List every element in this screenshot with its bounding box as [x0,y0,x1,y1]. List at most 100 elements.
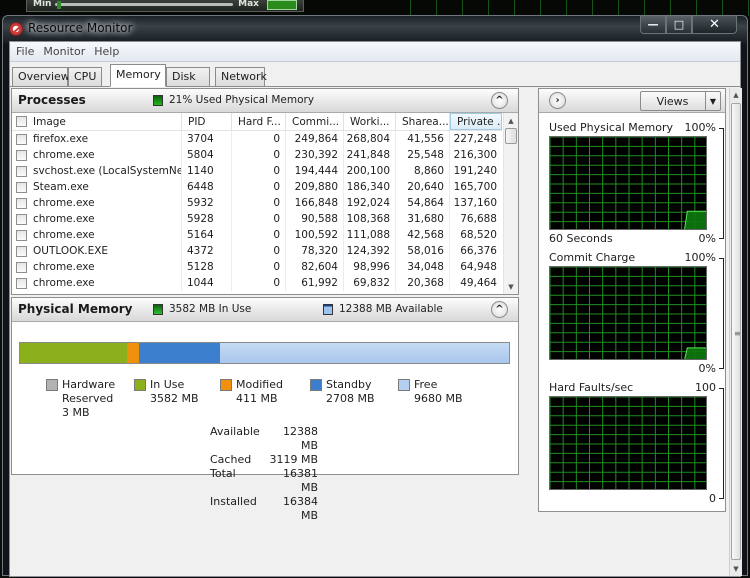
cell-pid: 1140 [182,163,232,179]
chevron-down-icon[interactable]: ▼ [705,92,720,110]
legend-swatch [220,379,232,391]
table-row[interactable]: chrome.exe 5128 0 82,604 98,996 34,048 64,948 [12,259,502,275]
cell-shareable: 20,368 [396,275,450,291]
row-checkbox[interactable] [16,149,27,161]
processes-rows: firefox.exe 3704 0 249,864 268,804 41,556 227,… [12,131,502,291]
table-row[interactable]: firefox.exe 3704 0 249,864 268,804 41,556 227,… [12,131,502,147]
views-dropdown[interactable]: Views ▼ [640,91,721,111]
cell-private: 68,520 [460,229,497,241]
graph-area [684,347,706,359]
physical-memory-header[interactable]: Physical Memory 3582 MB In Use 12388 MB … [12,298,518,322]
cell-shareable: 42,568 [396,227,450,243]
cell-private: 191,240 [453,165,497,177]
table-row[interactable]: chrome.exe 5164 0 100,592 111,088 42,568 68,52… [12,227,502,243]
menu-monitor[interactable]: Monitor [41,45,92,58]
column-pid[interactable]: PID [182,113,232,130]
graph-hard-faults-sec: Hard Faults/sec 100 0 [549,381,724,506]
graphs-header: › Views ▼ [539,89,725,113]
stat-label: Total [210,467,236,480]
scroll-down-icon[interactable]: ▼ [504,279,518,294]
table-row[interactable]: chrome.exe 5928 0 90,588 108,368 31,680 76,688 [12,211,502,227]
table-row[interactable]: chrome.exe 5932 0 166,848 192,024 54,864 137,1… [12,195,502,211]
cell-commit: 82,604 [286,259,344,275]
column-hard-faults[interactable]: Hard F... [232,113,286,130]
row-checkbox[interactable] [16,229,27,241]
tab-cpu[interactable]: CPU [68,67,102,86]
process-name: Steam.exe [33,181,89,193]
legend-label: In Use 3582 MB [150,378,199,405]
column-commit[interactable]: Commi... [286,113,344,130]
graph-title: Commit Charge [549,251,636,264]
close-button[interactable]: ✕ [692,16,737,34]
menu-file[interactable]: File [14,45,41,58]
processes-table: Image PID Hard F... Commi... Worki... Sh… [12,113,502,291]
table-row[interactable]: OUTLOOK.EXE 4372 0 78,320 124,392 58,016 66,37… [12,243,502,259]
physical-memory-collapse-button[interactable]: ^ [491,301,508,318]
graph-canvas [549,396,707,490]
row-checkbox[interactable] [16,197,27,209]
cell-commit: 100,592 [286,227,344,243]
table-row[interactable]: svchost.exe (LocalSystemNet... 1140 0 194,4… [12,163,502,179]
row-checkbox[interactable] [16,181,27,193]
processes-header[interactable]: Processes 21% Used Physical Memory ^ [12,89,518,113]
table-row[interactable]: chrome.exe 5804 0 230,392 241,848 25,548 216,3… [12,147,502,163]
graph-commit-charge: Commit Charge 100% 0% [549,251,724,376]
scroll-down-icon[interactable]: ▼ [730,562,742,576]
row-checkbox[interactable] [16,245,27,257]
process-name: chrome.exe [33,261,95,273]
cell-working: 108,368 [344,211,396,227]
column-working-set[interactable]: Worki... [344,113,396,130]
cell-shareable: 8,860 [396,163,450,179]
graph-used-physical-memory: Used Physical Memory 100% 0% 60 Seconds [549,121,724,246]
pane-scrollbar[interactable]: ▲ ≡ ▼ [729,88,742,576]
select-all-checkbox[interactable] [16,116,27,127]
table-row[interactable]: chrome.exe 1044 0 61,992 69,832 20,368 49,464 [12,275,502,291]
maximize-button[interactable]: □ [666,16,692,34]
column-shareable[interactable]: Sharea... [396,113,450,130]
scroll-thumb[interactable]: ≡ [731,103,741,560]
in-use-indicator [153,304,163,315]
window-title: Resource Monitor [28,21,133,35]
column-private[interactable]: Private ... [450,113,502,130]
grip-icon: ≡ [734,329,741,338]
cell-commit: 209,880 [286,179,344,195]
scroll-up-icon[interactable]: ▲ [730,88,742,102]
desktop-background: Min Max [0,0,750,16]
hide-graphs-button[interactable]: › [549,92,566,109]
used-memory-indicator [153,95,163,106]
process-name: chrome.exe [33,229,95,241]
graph-title: Hard Faults/sec [549,381,634,394]
row-checkbox[interactable] [16,165,27,177]
cell-commit: 249,864 [286,131,344,147]
graph-scale-bracket [719,128,724,239]
cell-commit: 194,444 [286,163,344,179]
column-image[interactable]: Image [12,113,182,130]
tab-disk[interactable]: Disk [166,67,210,86]
cell-private: 227,248 [453,133,497,145]
legend-label: Standby 2708 MB [326,378,375,405]
processes-collapse-button[interactable]: ^ [491,92,508,109]
cell-private: 49,464 [460,277,497,289]
row-checkbox[interactable] [16,133,27,145]
tab-network[interactable]: Network [215,67,267,86]
title-bar[interactable]: Resource Monitor — □ ✕ [3,16,747,42]
scroll-up-icon[interactable]: ▲ [504,113,518,128]
row-checkbox[interactable] [16,261,27,273]
row-checkbox[interactable] [16,277,27,289]
table-row[interactable]: Steam.exe 6448 0 209,880 186,340 20,640 165,70… [12,179,502,195]
cell-private: 165,700 [453,181,497,193]
graphs-pane: › Views ▼ Used Physical Memory 100% 0% 60 S… [538,88,726,512]
scroll-thumb[interactable] [505,128,517,144]
graph-max-label: 100 [695,381,716,394]
graph-scale-bracket [719,258,724,369]
tab-overview[interactable]: Overview [12,67,70,86]
cell-working: 200,100 [344,163,396,179]
minimize-button[interactable]: — [640,16,666,34]
menu-help[interactable]: Help [92,45,126,58]
slider-max-label: Max [238,0,259,9]
tab-memory[interactable]: Memory [110,64,166,87]
background-graph [410,0,750,16]
processes-scrollbar[interactable]: ▲ ▼ [503,113,518,294]
row-checkbox[interactable] [16,213,27,225]
cell-private: 137,160 [453,197,497,209]
